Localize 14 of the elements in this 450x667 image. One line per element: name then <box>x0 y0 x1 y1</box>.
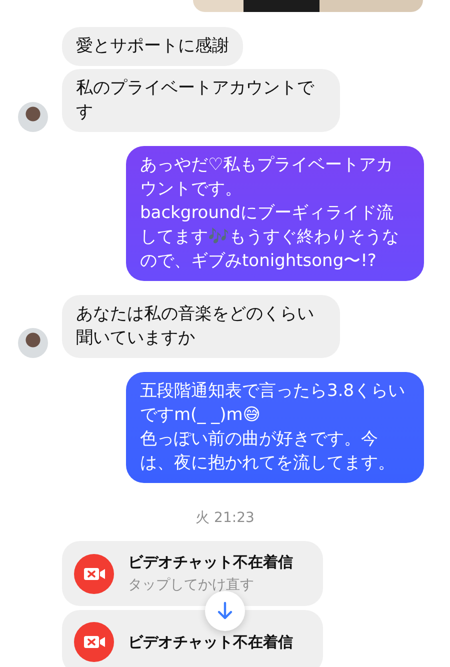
missed-call-card[interactable]: ビデオチャット不在着信 <box>62 610 323 667</box>
timestamp: 火 21:23 <box>196 509 254 527</box>
message-bubble: 私のプライベートアカウントです <box>62 69 340 132</box>
video-missed-icon <box>74 554 114 594</box>
message-bubble: あっやだ♡私もプライベートアカウントです。 backgroundにブーギィライド流してます🎶もうすぐ終わりそうなので、ギブみtonightsong〜!? <box>126 146 424 281</box>
message-bubble: あなたは私の音楽をどのくらい聞いていますか <box>62 295 340 358</box>
message-bubble: 愛とサポートに感謝 <box>62 27 243 66</box>
message-bubble: 五段階通知表で言ったら3.8くらいですm(_ _)m😅 色っぽい前の曲が好きです。今は、夜に抱かれてを流してます。 <box>126 372 424 483</box>
call-title: ビデオチャット不在着信 <box>128 553 293 572</box>
call-subtitle: タップしてかけ直す <box>128 576 255 594</box>
down-arrow-icon <box>216 601 234 621</box>
missed-call-card[interactable]: ビデオチャット不在着信 タップしてかけ直す <box>62 541 323 606</box>
video-missed-icon <box>74 622 114 662</box>
call-title: ビデオチャット不在着信 <box>128 632 293 652</box>
